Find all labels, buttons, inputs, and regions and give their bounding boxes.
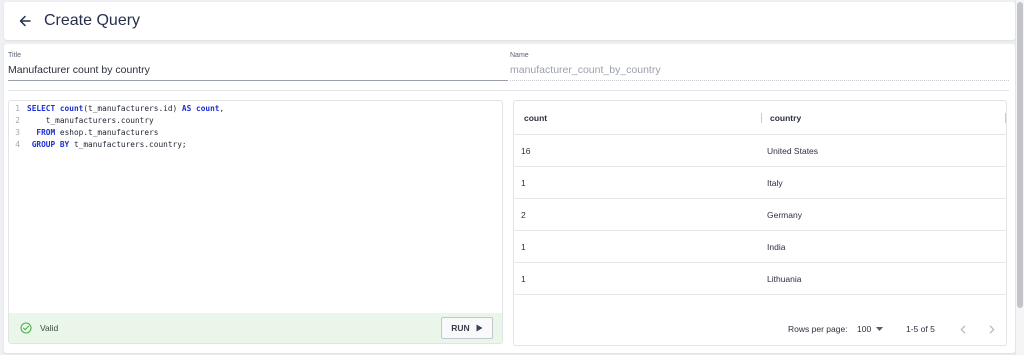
line-number: 2 bbox=[15, 116, 20, 125]
rows-per-page-value: 100 bbox=[857, 324, 872, 334]
title-label: Title bbox=[8, 52, 21, 59]
chevron-left-icon bbox=[960, 324, 966, 334]
query-card: Title Manufacturer count by country Name… bbox=[4, 44, 1015, 353]
sql-text: t_manufacturers.country bbox=[27, 116, 154, 125]
table-footer: Rows per page: 100 1-5 of 5 bbox=[514, 313, 1006, 345]
cell-country: Lithuania bbox=[767, 274, 802, 284]
cell-country: Italy bbox=[767, 178, 783, 188]
back-button[interactable] bbox=[14, 10, 36, 32]
run-button-label: RUN bbox=[451, 323, 470, 333]
code-line[interactable]: 1 SELECT count (t_manufacturers.id) AS cou… bbox=[9, 103, 224, 115]
title-input[interactable]: Manufacturer count by country bbox=[8, 62, 508, 78]
top-bar: Create Query bbox=[4, 2, 1015, 40]
caret-down-icon bbox=[876, 327, 884, 331]
pagination-range: 1-5 of 5 bbox=[906, 324, 935, 334]
sql-keyword: count bbox=[196, 104, 220, 113]
valid-status-label: Valid bbox=[40, 323, 59, 333]
table-row[interactable]: 16 United States bbox=[514, 135, 1006, 167]
table-header: count country bbox=[514, 101, 1006, 135]
sql-editor[interactable]: 1 SELECT count (t_manufacturers.id) AS cou… bbox=[8, 100, 503, 344]
cell-country: United States bbox=[767, 146, 819, 156]
play-icon bbox=[476, 324, 483, 332]
page-title: Create Query bbox=[44, 12, 141, 29]
sql-text: eshop.t_manufacturers bbox=[59, 128, 159, 137]
sql-text: t_manufacturers.country; bbox=[73, 140, 187, 149]
rows-per-page-select[interactable]: 100 bbox=[857, 321, 884, 337]
code-line[interactable]: 2 t_manufacturers.country bbox=[9, 115, 224, 127]
cell-count: 16 bbox=[521, 146, 531, 156]
table-row[interactable]: 2 Germany bbox=[514, 199, 1006, 231]
table-row[interactable]: 1 India bbox=[514, 231, 1006, 263]
results-table: count country 16 United States 1 Italy 2 Germ… bbox=[513, 100, 1007, 346]
sql-keyword: AS bbox=[181, 104, 197, 113]
sql-keyword: GROUP BY bbox=[31, 140, 74, 149]
cell-country: India bbox=[767, 242, 786, 252]
previous-page-button[interactable] bbox=[957, 323, 969, 335]
sql-keyword: SELECT bbox=[27, 104, 60, 113]
scrollbar-thumb[interactable] bbox=[1017, 2, 1023, 308]
name-label: Name bbox=[510, 52, 529, 59]
rows-per-page-label: Rows per page: bbox=[788, 324, 848, 334]
line-number: 1 bbox=[15, 104, 20, 113]
title-field[interactable]: Title Manufacturer count by country bbox=[8, 51, 508, 81]
sql-text: , bbox=[219, 104, 225, 113]
table-row[interactable]: 1 Italy bbox=[514, 167, 1006, 199]
table-body: 16 United States 1 Italy 2 Germany 1 India 1 Lith… bbox=[514, 135, 1006, 295]
table-row[interactable]: 1 Lithuania bbox=[514, 263, 1006, 295]
line-number: 3 bbox=[15, 128, 20, 137]
column-header-count[interactable]: count bbox=[524, 113, 547, 123]
sql-text: (t_manufacturers.id) bbox=[83, 104, 182, 113]
cell-count: 2 bbox=[521, 210, 526, 220]
column-header-country[interactable]: country bbox=[770, 113, 801, 123]
code-area[interactable]: 1 SELECT count (t_manufacturers.id) AS cou… bbox=[9, 103, 224, 151]
name-field: Name manufacturer_count_by_country bbox=[510, 51, 1009, 81]
cell-count: 1 bbox=[521, 242, 526, 252]
divider bbox=[8, 90, 1009, 91]
code-line[interactable]: 3 FROM eshop.t_manufacturers bbox=[9, 127, 224, 139]
column-separator[interactable] bbox=[761, 113, 762, 123]
cell-country: Germany bbox=[767, 210, 802, 220]
editor-status-bar: Valid RUN bbox=[9, 313, 502, 343]
arrow-left-icon bbox=[19, 15, 31, 27]
column-separator[interactable] bbox=[1005, 113, 1006, 123]
check-circle-icon bbox=[20, 322, 32, 334]
sql-keyword: count bbox=[59, 104, 84, 113]
chevron-right-icon bbox=[989, 324, 995, 334]
next-page-button[interactable] bbox=[986, 323, 998, 335]
run-button[interactable]: RUN bbox=[441, 317, 493, 339]
name-input: manufacturer_count_by_country bbox=[510, 64, 661, 76]
cell-count: 1 bbox=[521, 274, 526, 284]
sql-keyword: FROM bbox=[36, 128, 60, 137]
line-number: 4 bbox=[15, 140, 20, 149]
code-line[interactable]: 4 GROUP BY t_manufacturers.country; bbox=[9, 139, 224, 151]
page-scrollbar[interactable] bbox=[1015, 0, 1024, 355]
cell-count: 1 bbox=[521, 178, 526, 188]
